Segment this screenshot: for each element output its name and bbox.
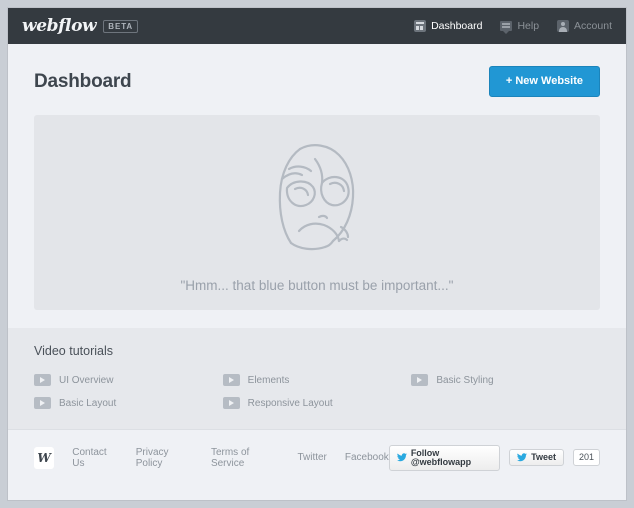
dashboard-icon [414, 20, 427, 32]
video-tutorials-section: Video tutorials UI Overview Elements Bas… [8, 328, 626, 429]
nav-item-dashboard-label: Dashboard [431, 20, 483, 32]
social-buttons: Follow @webflowapp Tweet 201 [388, 444, 600, 471]
tutorial-link-basic-layout[interactable]: Basic Layout [34, 397, 223, 409]
tutorial-grid-spacer [411, 397, 600, 409]
account-icon [557, 20, 570, 32]
nav-item-account[interactable]: Account [557, 20, 612, 32]
tutorial-label: UI Overview [59, 374, 114, 386]
footer-link-facebook[interactable]: Facebook [345, 452, 389, 463]
tutorial-link-ui-overview[interactable]: UI Overview [34, 374, 223, 386]
footer-link-privacy-policy[interactable]: Privacy Policy [136, 447, 193, 469]
footer-links: W Contact Us Privacy Policy Terms of Ser… [34, 446, 389, 469]
tutorial-label: Basic Layout [59, 397, 117, 409]
nav-item-dashboard[interactable]: Dashboard [414, 20, 482, 32]
video-tutorials-title: Video tutorials [34, 344, 113, 358]
webflow-mark-logo[interactable]: W [34, 446, 55, 469]
footer-link-terms-of-service[interactable]: Terms of Service [211, 447, 279, 469]
page-title: Dashboard [34, 70, 132, 92]
tweet-label: Tweet [531, 452, 556, 462]
play-icon [222, 374, 240, 386]
twitter-follow-label: Follow @webflowapp [410, 447, 472, 467]
tutorial-link-elements[interactable]: Elements [222, 374, 412, 386]
video-tutorials-grid: UI Overview Elements Basic Styling Basic… [34, 374, 600, 409]
hmm-face-illustration [269, 139, 365, 262]
tutorial-label: Elements [247, 374, 290, 386]
tutorial-label: Responsive Layout [247, 397, 333, 409]
play-icon [34, 397, 51, 409]
nav-item-help[interactable]: Help [500, 20, 540, 34]
twitter-bird-icon [396, 453, 407, 462]
footer: W Contact Us Privacy Policy Terms of Ser… [8, 429, 626, 485]
app-window: webflow BETA Dashboard Help Account Dash… [8, 8, 626, 500]
twitter-follow-button[interactable]: Follow @webflowapp [388, 444, 501, 471]
page-header: Dashboard + New Website [8, 44, 626, 115]
nav-item-help-label: Help [517, 20, 540, 32]
footer-link-twitter[interactable]: Twitter [297, 452, 326, 463]
tutorial-link-responsive-layout[interactable]: Responsive Layout [222, 397, 412, 409]
empty-state-quote: "Hmm... that blue button must be importa… [180, 277, 454, 293]
brand[interactable]: webflow BETA [22, 16, 139, 36]
hero-wrapper: "Hmm... that blue button must be importa… [8, 115, 626, 310]
empty-state-panel: "Hmm... that blue button must be importa… [34, 115, 600, 310]
beta-badge: BETA [103, 19, 139, 33]
footer-link-contact-us[interactable]: Contact Us [72, 447, 117, 469]
help-icon [500, 21, 513, 34]
tweet-button[interactable]: Tweet [509, 449, 564, 466]
tweet-count[interactable]: 201 [572, 449, 600, 466]
screenshot-root: webflow BETA Dashboard Help Account Dash… [0, 0, 634, 508]
top-navigation-bar: webflow BETA Dashboard Help Account [8, 8, 626, 44]
nav-item-account-label: Account [574, 20, 612, 32]
new-website-button[interactable]: + New Website [488, 66, 600, 97]
play-icon [411, 374, 429, 386]
main-nav: Dashboard Help Account [414, 20, 612, 34]
tutorial-link-basic-styling[interactable]: Basic Styling [411, 374, 600, 386]
tutorial-label: Basic Styling [436, 374, 494, 386]
twitter-bird-icon [517, 453, 528, 462]
play-icon [222, 397, 240, 409]
play-icon [34, 374, 51, 386]
webflow-logo: webflow [22, 16, 97, 36]
